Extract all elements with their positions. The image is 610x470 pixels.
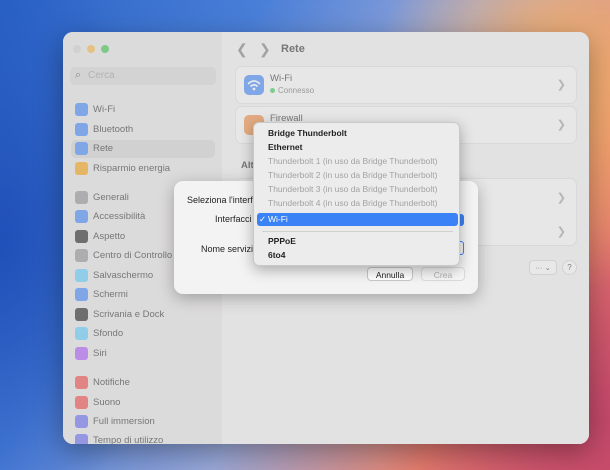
service-name-label: Nome servizi xyxy=(201,244,254,254)
menu-item-label: PPPoE xyxy=(268,236,296,246)
menu-item-label: Thunderbolt 2 (in uso da Bridge Thunderb… xyxy=(268,170,438,180)
interface-dropdown-menu: Bridge Thunderbolt Ethernet Thunderbolt 1 … xyxy=(253,122,460,266)
checkmark-icon: ✓ xyxy=(259,214,267,224)
menu-item-label: Bridge Thunderbolt xyxy=(268,128,347,138)
cancel-button[interactable]: Annulla xyxy=(367,267,413,281)
dialog-title: Seleziona l'interf xyxy=(187,195,253,205)
interface-label: Interfacci xyxy=(215,214,252,224)
menu-item-thunderbolt-3-in-uso-da-bridge-thunderbolt: Thunderbolt 3 (in uso da Bridge Thunderb… xyxy=(268,184,437,194)
menu-item-pppoe[interactable]: PPPoE xyxy=(268,236,296,246)
menu-item-label: Thunderbolt 1 (in uso da Bridge Thunderb… xyxy=(268,156,438,166)
menu-item-label: 6to4 xyxy=(268,250,286,260)
menu-item-thunderbolt-2-in-uso-da-bridge-thunderbolt: Thunderbolt 2 (in uso da Bridge Thunderb… xyxy=(268,170,437,180)
create-button[interactable]: Crea xyxy=(421,267,465,281)
menu-item-wi-fi[interactable]: ✓ Wi-Fi xyxy=(259,214,288,224)
menu-item-label: Wi-Fi xyxy=(268,214,288,224)
menu-item-bridge-thunderbolt[interactable]: Bridge Thunderbolt xyxy=(268,128,347,138)
menu-item-label: Thunderbolt 3 (in uso da Bridge Thunderb… xyxy=(268,184,438,194)
menu-item-label: Thunderbolt 4 (in uso da Bridge Thunderb… xyxy=(268,198,438,208)
menu-item-ethernet[interactable]: Ethernet xyxy=(268,142,302,152)
menu-item-label: Ethernet xyxy=(268,142,303,152)
menu-item-6to4[interactable]: 6to4 xyxy=(268,250,285,260)
menu-item-thunderbolt-1-in-uso-da-bridge-thunderbolt: Thunderbolt 1 (in uso da Bridge Thunderb… xyxy=(268,156,437,166)
menu-separator xyxy=(262,231,453,232)
menu-item-thunderbolt-4-in-uso-da-bridge-thunderbolt: Thunderbolt 4 (in uso da Bridge Thunderb… xyxy=(268,198,437,208)
